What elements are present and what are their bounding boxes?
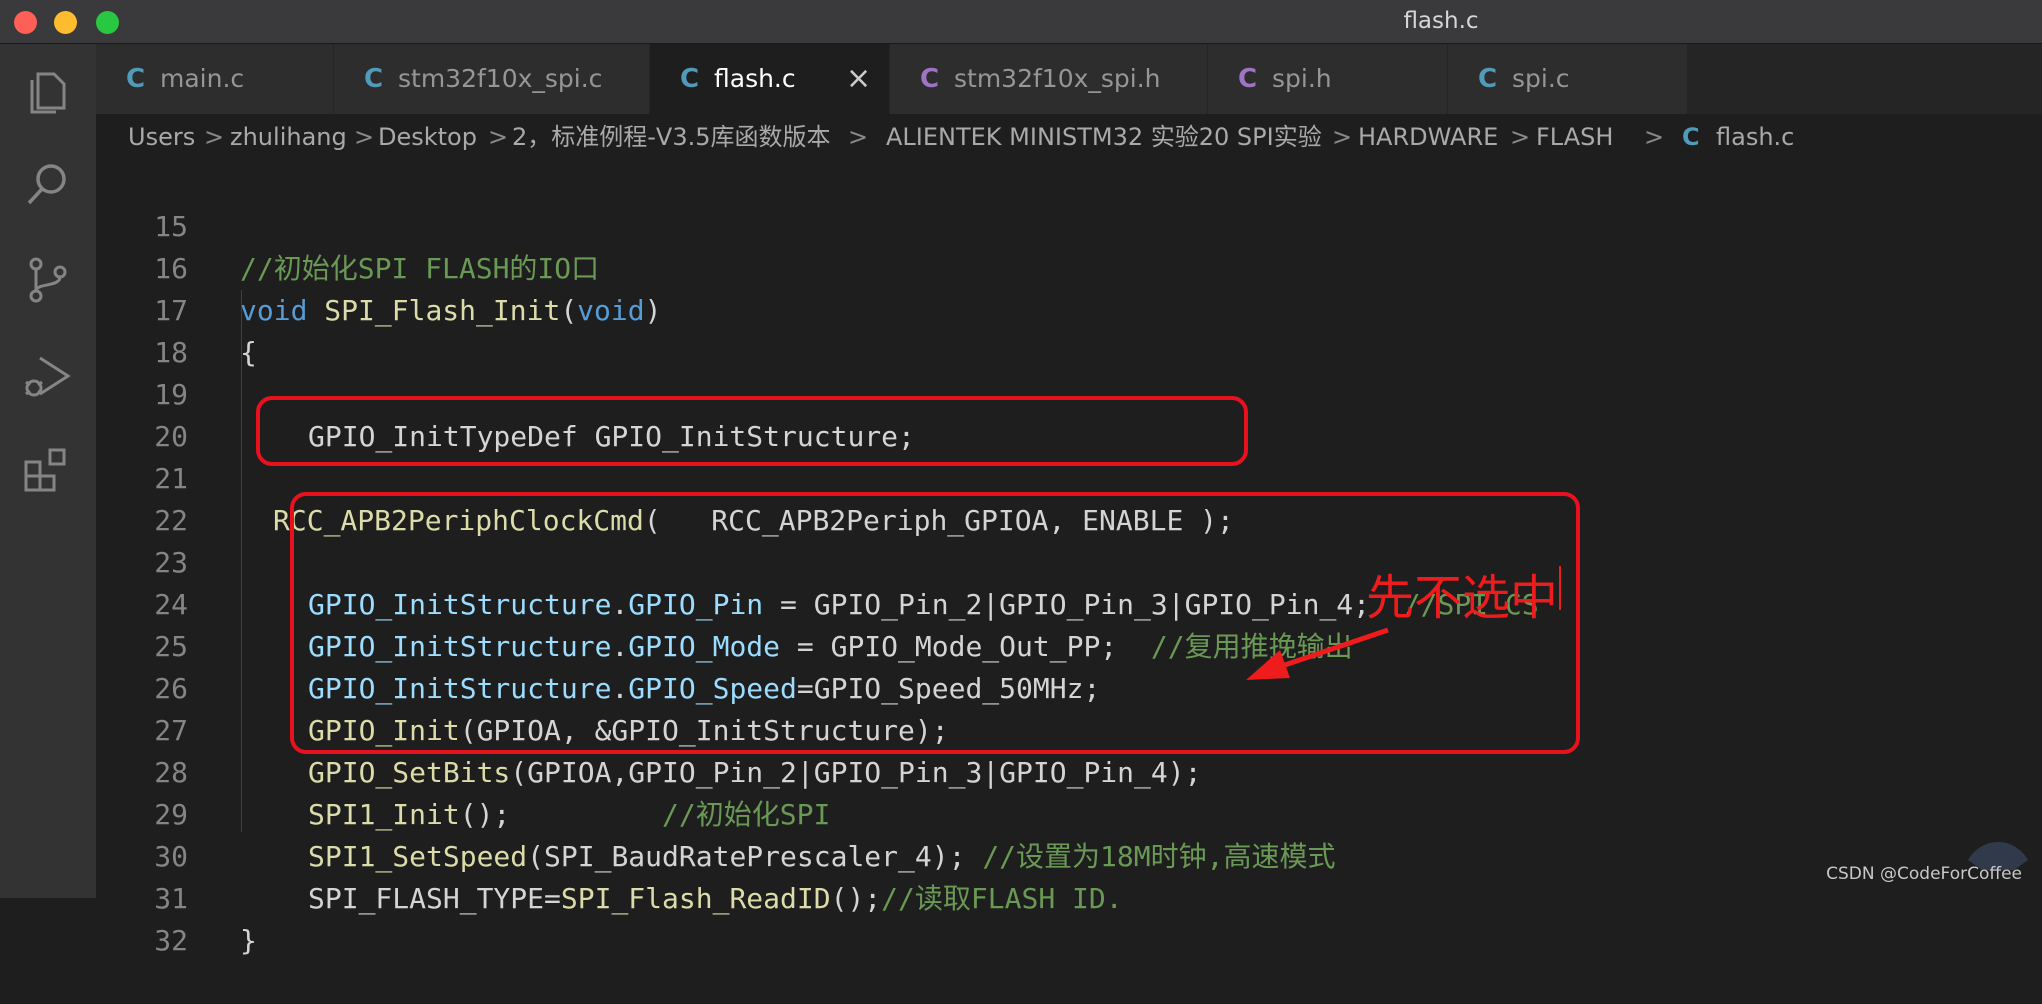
tab-flash-c[interactable]: C flash.c × xyxy=(650,44,890,114)
c-file-icon: C xyxy=(1682,123,1700,151)
highlight-box-clock xyxy=(256,396,1248,466)
breadcrumb-item-hardware[interactable]: HARDWARE xyxy=(1358,114,1498,160)
tab-stm32f10x-spi-h[interactable]: C stm32f10x_spi.h xyxy=(890,44,1208,114)
code-line: 18 xyxy=(96,290,2042,369)
activity-bar xyxy=(0,44,96,898)
breadcrumb-item-folder[interactable]: 2，标准例程-V3.5库函数版本 xyxy=(512,114,831,160)
breadcrumb-separator: > xyxy=(848,123,869,151)
window-title: flash.c xyxy=(1403,8,1479,34)
breadcrumb-separator: > xyxy=(1644,123,1665,151)
tab-label: spi.h xyxy=(1272,64,1332,93)
c-file-icon: C xyxy=(680,64,700,94)
c-file-icon: C xyxy=(126,64,146,94)
tab-label: stm32f10x_spi.c xyxy=(398,64,603,93)
annotation-arrow-icon xyxy=(1246,627,1389,680)
code-line: 32 xyxy=(96,878,2042,957)
explorer-icon[interactable] xyxy=(20,62,76,118)
breadcrumb-separator: > xyxy=(1332,123,1353,151)
tab-main-c[interactable]: C main.c xyxy=(96,44,334,114)
indent-guide xyxy=(241,290,242,832)
code-line: 31 } xyxy=(96,836,2042,957)
tab-bar: C main.c C stm32f10x_spi.c C flash.c × C… xyxy=(96,44,2042,114)
breadcrumb-item-project[interactable]: ALIENTEK MINISTM32 实验20 SPI实验 xyxy=(886,114,1322,160)
code-line: 15 //初始化SPI FLASH的IO口 xyxy=(96,164,2042,285)
c-header-file-icon: C xyxy=(920,64,940,94)
code-line: 19 GPIO_InitTypeDef GPIO_InitStructure; xyxy=(96,332,2042,453)
close-tab-icon[interactable]: × xyxy=(846,44,871,114)
code-line: 30 SPI_FLASH_TYPE=SPI_Flash_ReadID();//读… xyxy=(96,794,2042,915)
tab-label: flash.c xyxy=(714,64,796,93)
line-content: } xyxy=(240,924,257,957)
breadcrumb-separator: > xyxy=(354,123,375,151)
source-control-icon[interactable] xyxy=(20,252,76,308)
c-file-icon: C xyxy=(364,64,384,94)
c-header-file-icon: C xyxy=(1238,64,1258,94)
breadcrumb-item-users[interactable]: Users xyxy=(128,114,195,160)
breadcrumb-separator: > xyxy=(1510,123,1531,151)
search-icon[interactable] xyxy=(20,156,76,212)
tab-stm32f10x-spi-c[interactable]: C stm32f10x_spi.c xyxy=(334,44,650,114)
breadcrumb-item-desktop[interactable]: Desktop xyxy=(378,114,477,160)
run-debug-icon[interactable] xyxy=(20,348,76,404)
tab-label: spi.c xyxy=(1512,64,1570,93)
title-bar: flash.c xyxy=(0,0,2042,44)
watermark: CSDN @CodeForCoffee xyxy=(1826,864,2022,884)
breadcrumb-item-flash[interactable]: FLASH xyxy=(1536,114,1613,160)
breadcrumb-separator: > xyxy=(204,123,225,151)
breadcrumb: Users > zhulihang > Desktop > 2，标准例程-V3.… xyxy=(96,114,2042,160)
tab-label: stm32f10x_spi.h xyxy=(954,64,1161,93)
tab-spi-h[interactable]: C spi.h xyxy=(1208,44,1448,114)
breadcrumb-separator: > xyxy=(488,123,509,151)
extensions-icon[interactable] xyxy=(20,444,76,500)
tab-spi-c[interactable]: C spi.c xyxy=(1448,44,1688,114)
text-cursor xyxy=(1559,566,1561,610)
code-line: 17 { xyxy=(96,248,2042,369)
line-number: 32 xyxy=(154,924,188,957)
breadcrumb-item-file[interactable]: flash.c xyxy=(1716,114,1794,160)
tab-label: main.c xyxy=(160,64,245,93)
annotation-text: 先不选中 xyxy=(1366,570,1559,626)
code-line: 29 SPI1_SetSpeed(SPI_BaudRatePrescaler_4… xyxy=(96,752,2042,873)
code-line: 16 void SPI_Flash_Init(void) xyxy=(96,206,2042,327)
c-file-icon: C xyxy=(1478,64,1498,94)
breadcrumb-item-zhulihang[interactable]: zhulihang xyxy=(230,114,347,160)
